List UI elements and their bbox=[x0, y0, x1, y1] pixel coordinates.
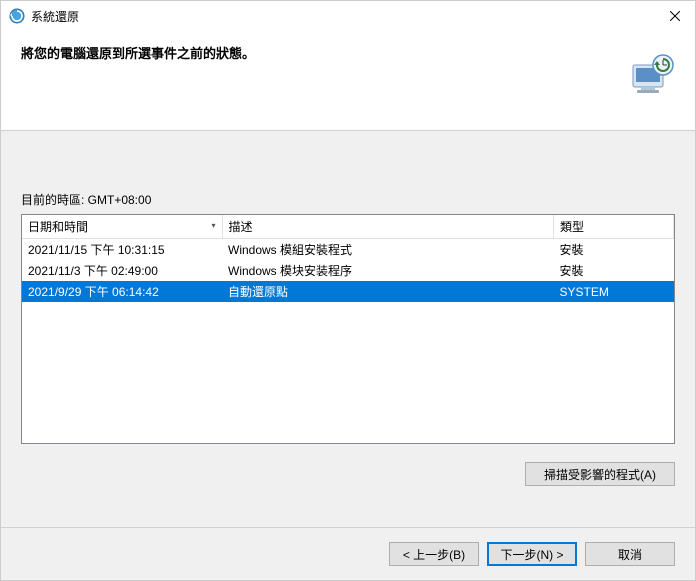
back-button[interactable]: < 上一步(B) bbox=[389, 542, 479, 566]
cancel-button[interactable]: 取消 bbox=[585, 542, 675, 566]
window-title: 系統還原 bbox=[31, 8, 655, 25]
column-header-date[interactable]: 日期和時間 ▾ bbox=[22, 215, 222, 239]
table-row[interactable]: 2021/11/15 下午 10:31:15Windows 模組安裝程式安裝 bbox=[22, 239, 674, 261]
column-header-type[interactable]: 類型 bbox=[554, 215, 674, 239]
table-row-empty bbox=[22, 428, 674, 444]
table-row-empty bbox=[22, 302, 674, 320]
cell-type: SYSTEM bbox=[554, 281, 674, 302]
table-row[interactable]: 2021/9/29 下午 06:14:42自動還原點SYSTEM bbox=[22, 281, 674, 302]
cell-description: Windows 模块安装程序 bbox=[222, 260, 554, 281]
cell-date: 2021/11/15 下午 10:31:15 bbox=[22, 239, 222, 261]
table-row-empty bbox=[22, 392, 674, 410]
system-restore-window: 系統還原 將您的電腦還原到所選事件之前的狀態。 目前的時區: bbox=[0, 0, 696, 581]
titlebar: 系統還原 bbox=[1, 1, 695, 31]
system-restore-icon bbox=[9, 8, 25, 24]
close-button[interactable] bbox=[655, 1, 695, 31]
restore-points-table: 日期和時間 ▾ 描述 類型 2021/11/15 下午 10:31:15Wind… bbox=[21, 214, 675, 444]
column-header-description[interactable]: 描述 bbox=[222, 215, 554, 239]
header-description: 將您的電腦還原到所選事件之前的狀態。 bbox=[21, 43, 675, 62]
wizard-footer: < 上一步(B) 下一步(N) > 取消 bbox=[1, 527, 695, 580]
column-header-date-label: 日期和時間 bbox=[28, 220, 88, 234]
cell-type: 安裝 bbox=[554, 239, 674, 261]
table-row-empty bbox=[22, 374, 674, 392]
table-row-empty bbox=[22, 356, 674, 374]
cell-type: 安裝 bbox=[554, 260, 674, 281]
sort-desc-icon: ▾ bbox=[211, 221, 215, 230]
column-header-type-label: 類型 bbox=[560, 220, 584, 234]
table-row-empty bbox=[22, 410, 674, 428]
timezone-label: 目前的時區: GMT+08:00 bbox=[21, 191, 675, 208]
header-area: 將您的電腦還原到所選事件之前的狀態。 bbox=[1, 31, 695, 131]
next-button[interactable]: 下一步(N) > bbox=[487, 542, 577, 566]
cell-description: Windows 模組安裝程式 bbox=[222, 239, 554, 261]
table-row-empty bbox=[22, 320, 674, 338]
scan-affected-programs-button[interactable]: 掃描受影響的程式(A) bbox=[525, 462, 675, 486]
restore-computer-icon bbox=[627, 51, 675, 99]
table-row-empty bbox=[22, 338, 674, 356]
cell-date: 2021/11/3 下午 02:49:00 bbox=[22, 260, 222, 281]
column-header-description-label: 描述 bbox=[229, 220, 253, 234]
cell-description: 自動還原點 bbox=[222, 281, 554, 302]
scan-button-row: 掃描受影響的程式(A) bbox=[21, 462, 675, 486]
cell-date: 2021/9/29 下午 06:14:42 bbox=[22, 281, 222, 302]
main-content: 目前的時區: GMT+08:00 日期和時間 ▾ 描述 bbox=[1, 131, 695, 527]
table-row[interactable]: 2021/11/3 下午 02:49:00Windows 模块安装程序安裝 bbox=[22, 260, 674, 281]
